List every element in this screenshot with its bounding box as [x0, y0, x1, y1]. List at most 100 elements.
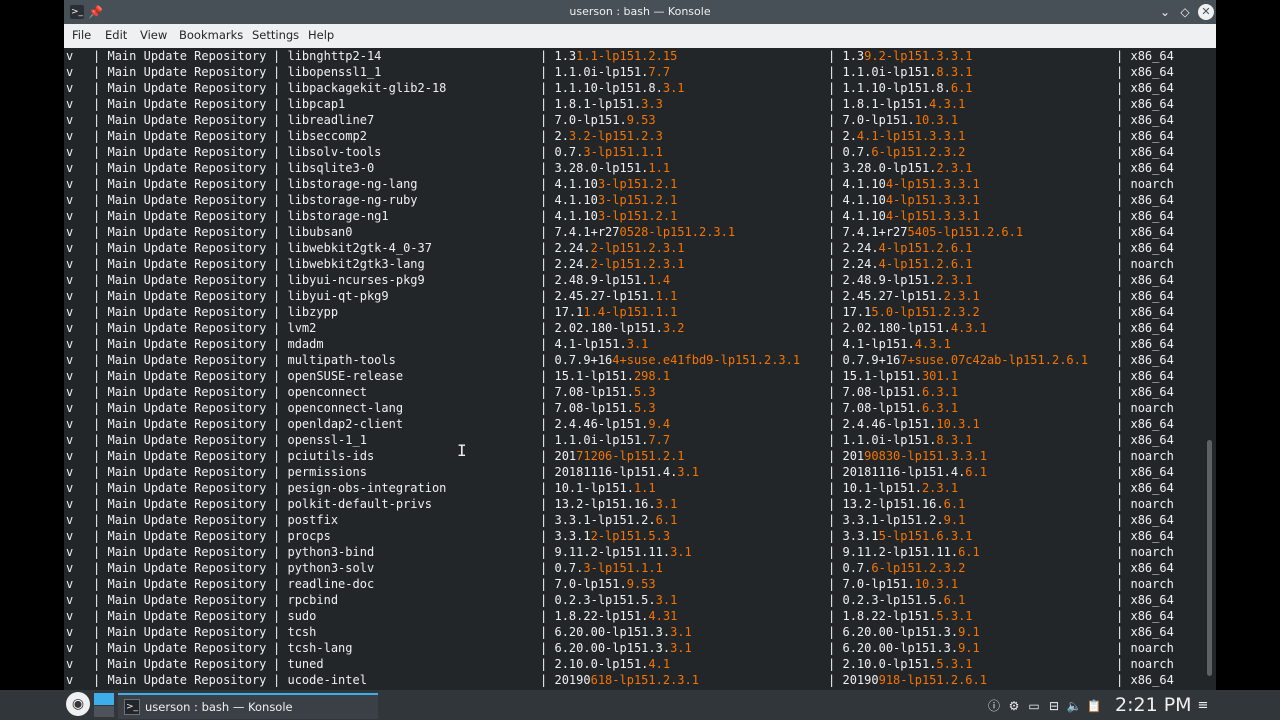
available-version-diff: 5.0-lp151.2.3.2 — [871, 305, 980, 319]
available-version-diff: 6-lp151.2.3.2 — [871, 561, 966, 575]
column-separator: | — [93, 241, 101, 255]
menu-bookmarks[interactable]: Bookmarks — [175, 24, 247, 48]
available-version-common: 20181116-lp151.4. — [842, 465, 966, 479]
column-separator: | — [540, 129, 548, 143]
status-cell: v — [66, 401, 74, 415]
close-icon[interactable]: ✕ — [1198, 4, 1214, 20]
available-version-diff: 4.3.1 — [950, 321, 987, 335]
available-version-cell: | 2.45.27-lp151.2.3.1 — [828, 288, 980, 304]
available-version-diff: 6.3.1 — [921, 401, 959, 415]
terminal-line: v | Main Update Repository | libpackagekit… — [64, 80, 1204, 96]
architecture: x86_64 — [1130, 609, 1174, 623]
column-separator: | — [828, 593, 836, 607]
repository-cell: | Main Update Repository — [93, 48, 266, 64]
available-version-common: 1.8.22-lp151. — [842, 609, 937, 623]
scrollbar-thumb[interactable] — [1207, 440, 1212, 676]
current-version-diff: 3.2-lp151.2.3 — [568, 129, 663, 143]
column-separator: | — [1116, 321, 1124, 335]
current-version-common: 1.8.1-lp151. — [554, 97, 642, 111]
arch-cell: | x86_64 — [1116, 336, 1174, 352]
available-version-cell: | 1.1.0i-lp151.8.3.1 — [828, 64, 973, 80]
updates-icon[interactable]: ⚙ — [1006, 698, 1022, 714]
column-separator: | — [828, 177, 836, 191]
display-icon[interactable]: ▭ — [1026, 698, 1042, 714]
column-separator: | — [1116, 465, 1124, 479]
repository-cell: | Main Update Repository — [93, 464, 266, 480]
available-version-common: 4.1-lp151. — [842, 337, 915, 351]
repository-cell: | Main Update Repository — [93, 256, 266, 272]
column-separator: | — [93, 433, 101, 447]
current-version-common: 4.1.10 — [554, 177, 598, 191]
column-separator: | — [1116, 193, 1124, 207]
clipboard-icon[interactable]: 📋 — [1086, 698, 1102, 714]
package-name-cell: | libwebkit2gtk-4_0-37 — [273, 240, 432, 256]
current-version-common: 0.2.3-lp151.5. — [554, 593, 656, 607]
architecture: x86_64 — [1130, 321, 1174, 335]
desktop-1[interactable] — [94, 693, 114, 705]
current-version-diff: 3.1 — [677, 465, 699, 479]
architecture: x86_64 — [1130, 49, 1174, 63]
repository-cell: | Main Update Repository — [93, 512, 266, 528]
column-separator: | — [1116, 257, 1124, 271]
arch-cell: | x86_64 — [1116, 112, 1174, 128]
available-version-cell: | 3.3.15-lp151.6.3.1 — [828, 528, 973, 544]
menu-help[interactable]: Help — [304, 24, 338, 48]
available-version-cell: | 9.11.2-lp151.11.6.1 — [828, 544, 980, 560]
column-separator: | — [1116, 385, 1124, 399]
column-separator: | — [273, 641, 281, 655]
virtual-desktop-pager[interactable] — [94, 693, 114, 717]
column-separator: | — [93, 97, 101, 111]
menu-file[interactable]: File — [68, 24, 95, 48]
column-separator: | — [828, 65, 836, 79]
menu-view[interactable]: View — [136, 24, 171, 48]
panel-menu-icon[interactable]: ≡ — [1196, 698, 1210, 714]
status-cell: v — [66, 145, 74, 159]
terminal-output[interactable]: v | Main Update Repository | libnghttp2-14… — [64, 48, 1204, 690]
current-version-diff: 3.1 — [655, 593, 678, 607]
available-version-common: 4.1.10 — [842, 209, 886, 223]
notifications-icon[interactable]: ⓘ — [986, 698, 1002, 714]
minimize-icon[interactable]: ⌄ — [1158, 5, 1172, 19]
column-separator: | — [1116, 161, 1124, 175]
column-separator: | — [540, 49, 548, 63]
architecture: x86_64 — [1130, 625, 1174, 639]
volume-icon[interactable]: 🔈 — [1066, 698, 1082, 714]
terminal-scrollbar[interactable] — [1204, 48, 1216, 690]
available-version-diff: 4.3.1 — [929, 97, 966, 111]
terminal-line: v | Main Update Repository | ucode-intel | … — [64, 672, 1204, 688]
status-cell: v — [66, 65, 74, 79]
maximize-icon[interactable]: ◇ — [1178, 5, 1192, 19]
architecture: x86_64 — [1130, 417, 1174, 431]
current-version-common: 1.1.0i-lp151. — [554, 65, 649, 79]
taskbar-item-konsole[interactable]: >_ userson : bash — Konsole — [118, 693, 378, 719]
repository-name: Main Update Repository — [107, 353, 267, 367]
clock[interactable]: 2:21 PM — [1115, 692, 1192, 718]
konsole-window[interactable]: >_ 📌 userson : bash — Konsole ⌄ ◇ ✕ File… — [64, 0, 1216, 690]
repository-name: Main Update Repository — [107, 129, 267, 143]
column-separator: | — [273, 97, 281, 111]
column-separator: | — [1116, 513, 1124, 527]
opensuse-launcher-icon[interactable]: ◉ — [66, 692, 90, 716]
column-separator: | — [1116, 609, 1124, 623]
arch-cell: | x86_64 — [1116, 320, 1174, 336]
available-version-cell: | 0.7.9+167+suse.07c42ab-lp151.2.6.1 — [828, 352, 1088, 368]
desktop-2[interactable] — [94, 706, 114, 717]
available-version-cell: | 0.7.6-lp151.2.3.2 — [828, 144, 965, 160]
architecture: x86_64 — [1130, 81, 1174, 95]
package-name: libzypp — [287, 305, 339, 319]
column-separator: | — [1116, 353, 1124, 367]
terminal-line: v | Main Update Repository | libyui-ncurse… — [64, 272, 1204, 288]
column-separator: | — [93, 305, 101, 319]
network-icon[interactable]: ⊟ — [1046, 698, 1062, 714]
package-name: libstorage-ng-lang — [287, 177, 418, 191]
package-name-cell: | libnghttp2-14 — [273, 48, 381, 64]
current-version-common: 2.02.180-lp151. — [554, 321, 663, 335]
current-version-diff: 5.3 — [633, 385, 656, 399]
menu-settings[interactable]: Settings — [248, 24, 303, 48]
window-titlebar[interactable]: >_ 📌 userson : bash — Konsole ⌄ ◇ ✕ — [64, 0, 1216, 24]
desktop-background-left — [0, 0, 64, 690]
current-version-diff: 4.31 — [648, 609, 678, 623]
column-separator: | — [93, 449, 101, 463]
menu-edit[interactable]: Edit — [101, 24, 131, 48]
column-separator: | — [273, 321, 281, 335]
